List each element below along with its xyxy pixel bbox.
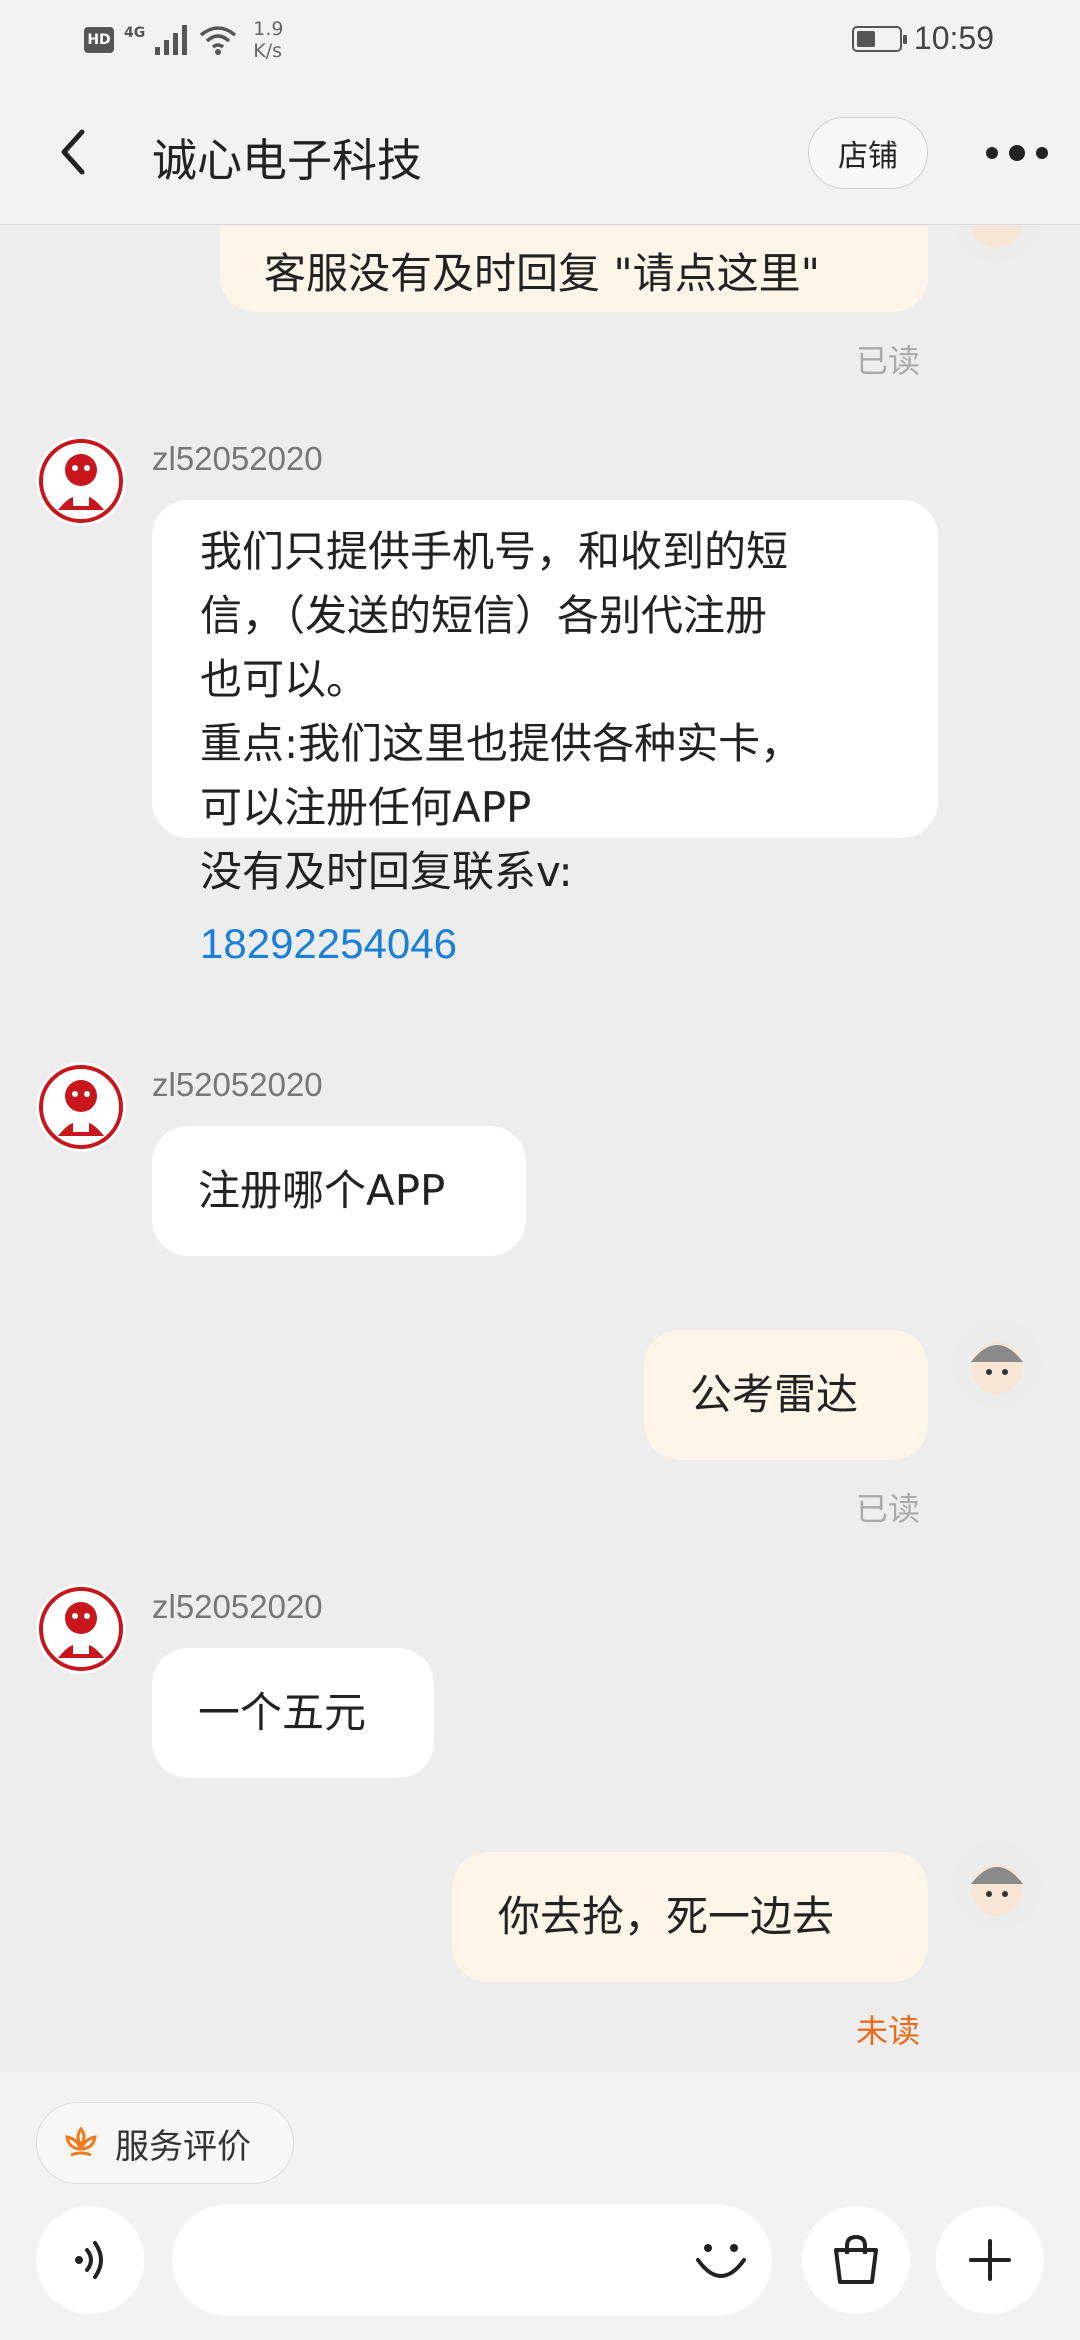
message-text: 一个五元: [198, 1688, 367, 1737]
wifi-icon: [200, 26, 237, 55]
sent-message-bubble[interactable]: 你去抢，死一边去: [452, 1852, 928, 1982]
hd-badge: HD: [84, 27, 114, 53]
message-text: 公考雷达: [690, 1370, 859, 1419]
my-avatar[interactable]: [952, 1840, 1042, 1930]
speed-value: 1.9: [253, 18, 284, 40]
emoji-icon[interactable]: [688, 2226, 754, 2292]
message-text: 你去抢，死一边去: [498, 1892, 835, 1941]
received-message-bubble[interactable]: 我们只提供手机号，和收到的短 信，（发送的短信）各别代注册 也可以。 重点:我们…: [152, 500, 938, 896]
message-input[interactable]: [172, 2204, 772, 2316]
received-message-bubble[interactable]: 注册哪个APP: [152, 1126, 526, 1256]
seller-avatar[interactable]: [36, 1062, 126, 1152]
message-list[interactable]: 客服没有及时回复 "请点这里" 已读 zl52052020 我们只提供手机号，和…: [0, 226, 1080, 2072]
chat-title: 诚心电子科技: [152, 134, 423, 187]
seller-avatar[interactable]: [36, 1584, 126, 1674]
sender-name: zl52052020: [152, 1588, 323, 1625]
battery-icon: [851, 25, 907, 52]
back-arrow-icon[interactable]: [50, 122, 100, 182]
my-avatar[interactable]: [952, 1318, 1042, 1408]
message-line: 信，（发送的短信）各别代注册: [200, 591, 768, 640]
network-type: 4G: [124, 25, 146, 41]
network-speed: 1.9 K/s: [253, 18, 283, 62]
my-avatar[interactable]: [952, 226, 1042, 262]
sender-name: zl52052020: [152, 440, 323, 477]
message-text: 客服没有及时回复 "请点这里": [264, 249, 820, 298]
shopping-bag-icon: [834, 2234, 878, 2284]
status-left: HD 4G 1.9 K/s: [84, 18, 283, 62]
message-line: 没有及时回复联系v:: [200, 847, 573, 896]
message-line: 也可以。: [200, 655, 369, 704]
plus-icon: [969, 2239, 1011, 2281]
read-status: 已读: [856, 342, 921, 380]
message-line: 可以注册任何APP: [200, 783, 532, 832]
clock: 10:59: [913, 20, 994, 56]
shopping-bag-button[interactable]: [802, 2206, 910, 2314]
message-text: 注册哪个APP: [198, 1166, 446, 1215]
voice-icon: [75, 2241, 103, 2279]
message-line: 重点:我们这里也提供各种实卡，: [200, 719, 803, 768]
shop-button[interactable]: 店铺: [808, 117, 928, 189]
flower-icon: [65, 2126, 97, 2157]
message-line: 我们只提供手机号，和收到的短: [200, 527, 789, 576]
signal-icon: [155, 25, 188, 55]
seller-avatar[interactable]: [36, 436, 126, 526]
input-panel: 服务评价: [0, 2072, 1080, 2340]
status-bar: HD 4G 1.9 K/s 10:59: [0, 0, 1080, 80]
unread-status: 未读: [856, 2012, 921, 2050]
sender-name: zl52052020: [152, 1066, 323, 1103]
received-message-bubble[interactable]: 一个五元: [152, 1648, 434, 1778]
service-evaluation-label: 服务评价: [115, 2126, 251, 2167]
chat-header: 诚心电子科技 店铺: [0, 80, 1080, 225]
status-right: 10:59: [851, 20, 994, 57]
more-actions-button[interactable]: [936, 2206, 1044, 2314]
service-evaluation-button[interactable]: 服务评价: [36, 2102, 294, 2184]
speed-unit: K/s: [253, 40, 282, 62]
read-status: 已读: [856, 1490, 921, 1528]
sent-message-bubble[interactable]: 客服没有及时回复 "请点这里": [220, 226, 928, 312]
sent-message-bubble[interactable]: 公考雷达: [644, 1330, 928, 1460]
more-options-icon[interactable]: [984, 138, 1050, 168]
phone-link[interactable]: 18292254046: [200, 912, 457, 976]
voice-button[interactable]: [36, 2206, 144, 2314]
